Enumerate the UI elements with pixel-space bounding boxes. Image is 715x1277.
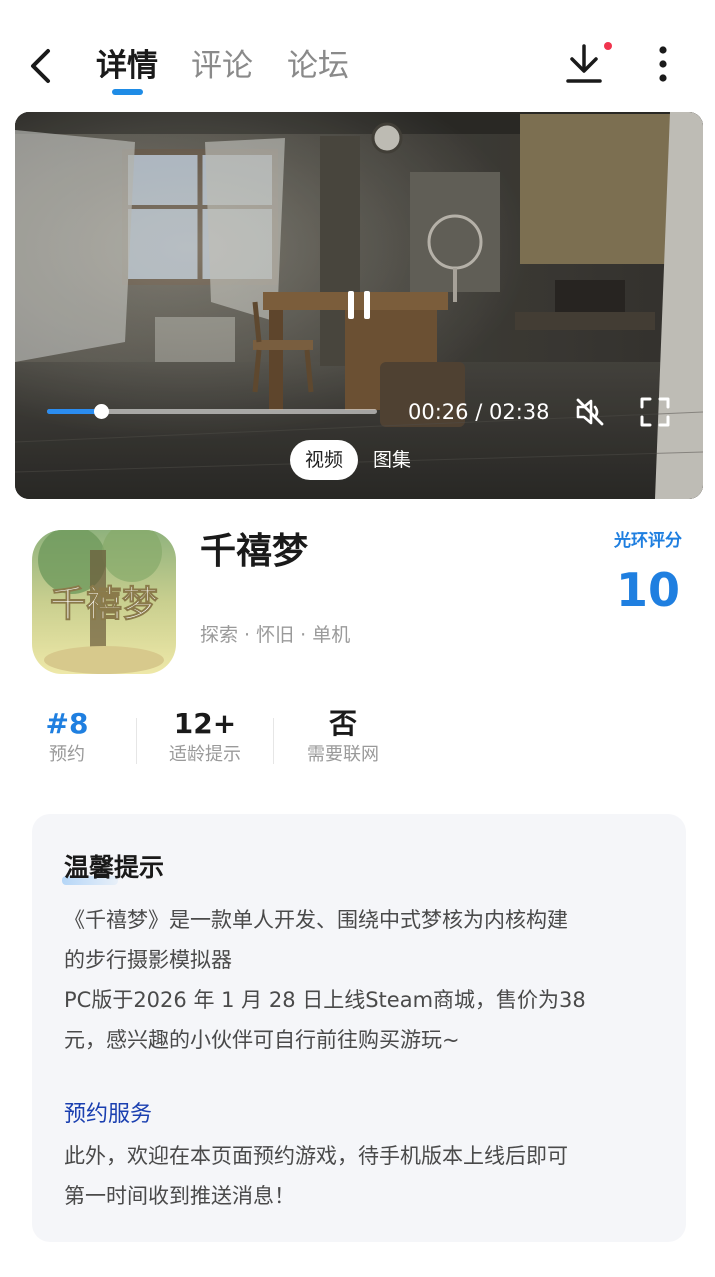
switch-gallery[interactable]: 图集 [358, 440, 426, 480]
stat-reservation-rank[interactable]: #8 预约 [32, 706, 102, 768]
notice-line: 《千禧梦》是一款单人开发、围绕中式梦核为内核构建 [64, 908, 568, 932]
stat-age-rating[interactable]: 12+ 适龄提示 [160, 706, 250, 768]
notice-card: 温馨提示 《千禧梦》是一款单人开发、围绕中式梦核为内核构建 的步行摄影模拟器 P… [32, 814, 686, 1242]
rating-value[interactable]: 10 [598, 562, 698, 618]
stat-divider [273, 718, 274, 764]
stat-network-required[interactable]: 否 需要联网 [297, 706, 389, 768]
current-time: 00:26 [408, 400, 469, 424]
stat-label: 需要联网 [307, 744, 379, 765]
notification-dot [604, 42, 612, 50]
tab-details[interactable]: 详情 [96, 44, 158, 88]
back-button[interactable] [22, 44, 62, 88]
mute-button[interactable] [573, 395, 607, 429]
video-time: 00:26 / 02:38 [408, 398, 550, 426]
notice-line: 的步行摄影模拟器 [64, 948, 232, 972]
more-vertical-icon [659, 46, 667, 82]
notice-section-title: 预约服务 [64, 1102, 153, 1127]
stat-divider [136, 718, 137, 764]
notice-title: 温馨提示 [64, 853, 165, 882]
more-options-button[interactable] [648, 42, 678, 86]
app-icon[interactable]: 千禧梦 [32, 530, 176, 674]
stat-value: 12+ [173, 707, 237, 740]
notice-paragraph-reservation: 此外，欢迎在本页面预约游戏，待手机版本上线后即可 第一时间收到推送消息！ [64, 1136, 664, 1216]
chevron-left-icon [31, 49, 50, 83]
stat-value: 否 [328, 707, 357, 740]
stats-row: #8 预约 12+ 适龄提示 否 需要联网 [0, 706, 715, 772]
switch-video[interactable]: 视频 [290, 440, 359, 480]
fullscreen-button[interactable] [638, 395, 672, 429]
video-progress-fill [47, 409, 102, 414]
download-button[interactable] [560, 40, 608, 88]
time-separator: / [468, 400, 489, 424]
app-title: 千禧梦 [200, 531, 309, 572]
notice-line: 元，感兴趣的小伙伴可自行前往购买游玩~ [64, 1028, 460, 1052]
stat-label: 适龄提示 [169, 744, 241, 765]
video-progress-bar[interactable] [47, 404, 377, 419]
notice-line: 此外，欢迎在本页面预约游戏，待手机版本上线后即可 [64, 1144, 568, 1168]
total-time: 02:38 [488, 400, 550, 424]
volume-muted-icon [576, 398, 604, 426]
active-tab-indicator [112, 89, 143, 95]
download-icon [566, 44, 602, 83]
notice-paragraph-intro: 《千禧梦》是一款单人开发、围绕中式梦核为内核构建 的步行摄影模拟器 PC版于20… [64, 900, 664, 1060]
notice-line: PC版于2026 年 1 月 28 日上线Steam商城，售价为38 [64, 988, 586, 1012]
tab-reviews[interactable]: 评论 [191, 44, 253, 88]
pause-button[interactable] [341, 287, 377, 323]
fullscreen-icon [640, 397, 670, 427]
app-icon-text: 千禧梦 [50, 583, 158, 625]
notice-line: 第一时间收到推送消息！ [64, 1184, 295, 1208]
pause-icon [348, 291, 370, 319]
media-type-switch: 视频 图集 [290, 439, 426, 481]
top-nav-bar: 详情 评论 论坛 [0, 0, 715, 112]
video-player[interactable]: 00:26 / 02:38 视频 图集 [15, 112, 703, 499]
app-tags: 探索 · 怀旧 · 单机 [200, 624, 351, 646]
tab-forum[interactable]: 论坛 [287, 44, 349, 88]
stat-value: #8 [45, 707, 89, 740]
stat-label: 预约 [49, 744, 85, 765]
rating-label: 光环评分 [614, 531, 682, 551]
app-icon-image: 千禧梦 [32, 530, 176, 674]
